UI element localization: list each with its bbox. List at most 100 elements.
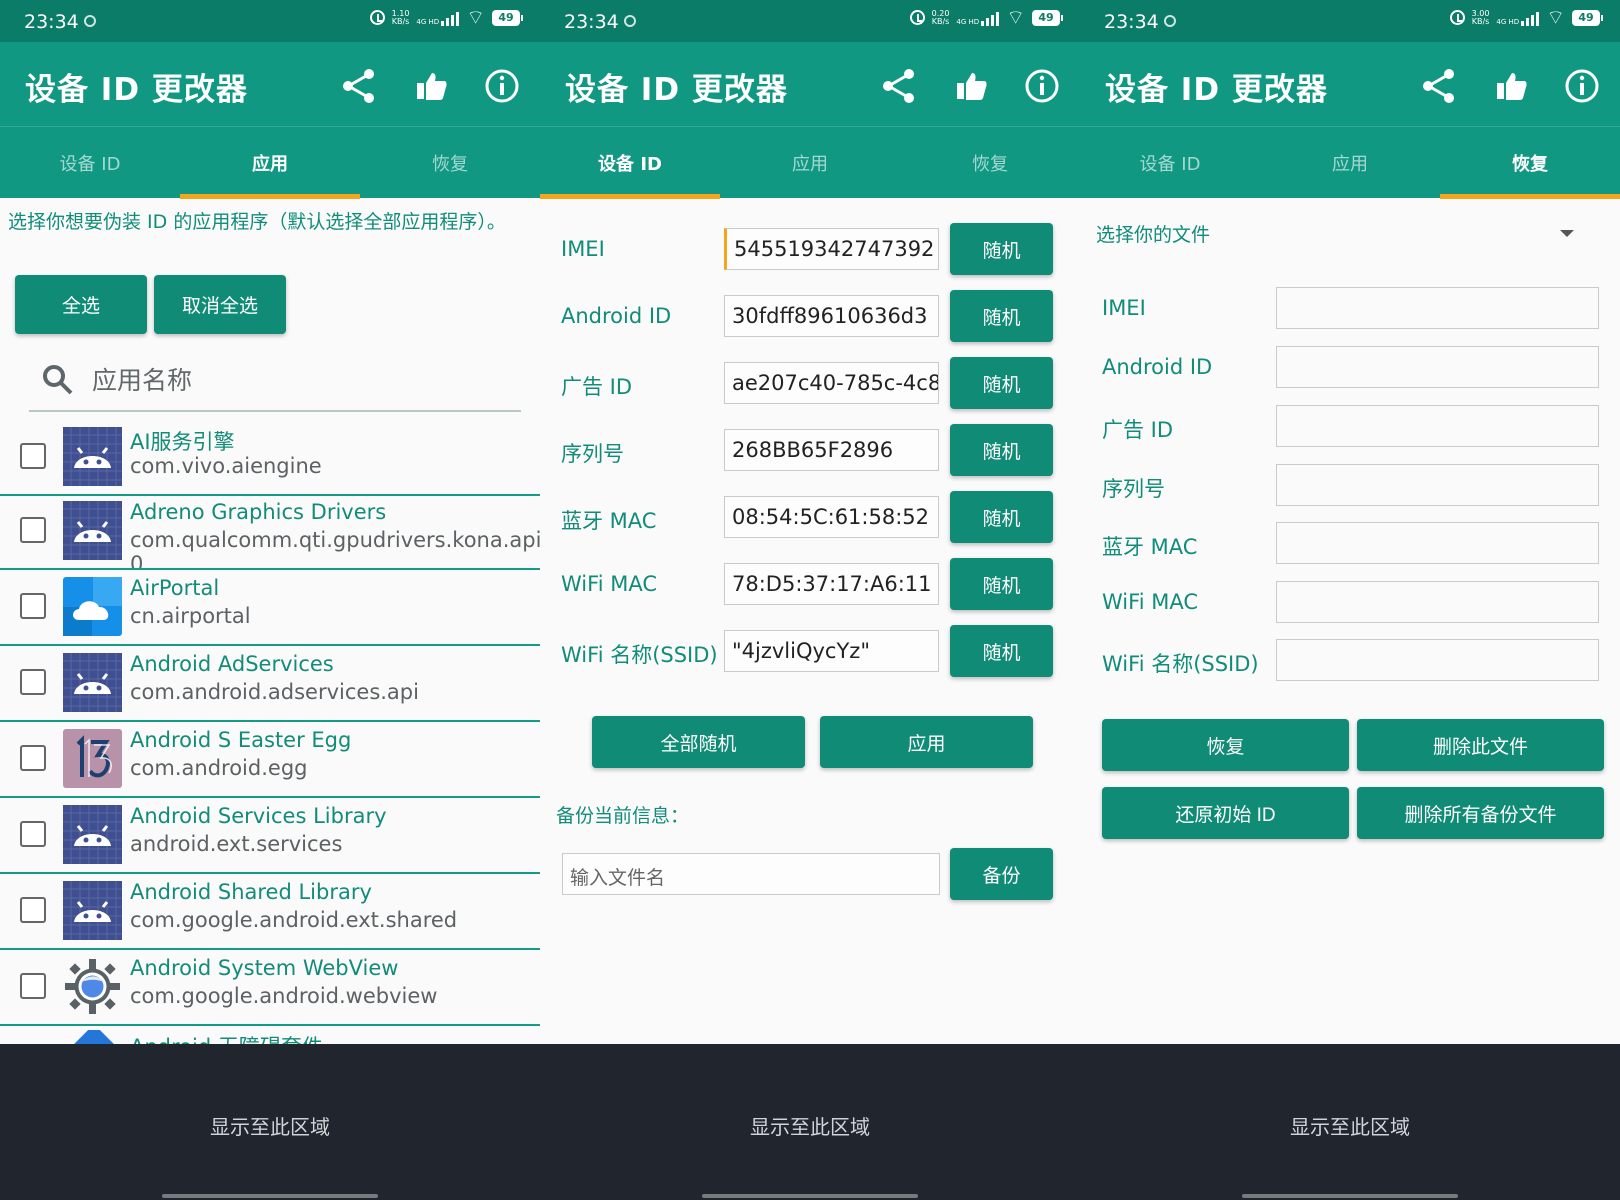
wifi-mac-restore-label: WiFi MAC [1102, 590, 1198, 614]
app-checkbox[interactable] [20, 669, 46, 695]
status-bar: 23:34 0.20 KB/s 4G HD ⌔ 49 [540, 0, 1080, 42]
app-list-item[interactable]: Android AdServices com.android.adservices… [0, 646, 540, 722]
app-checkbox[interactable] [20, 745, 46, 771]
select-all-button[interactable]: 全选 [15, 275, 147, 334]
app-checkbox[interactable] [20, 973, 46, 999]
info-button[interactable] [481, 65, 523, 107]
serial-number-input[interactable]: 268BB65F2896 [724, 429, 939, 471]
randomize-all-button[interactable]: 全部随机 [592, 716, 805, 768]
android-robot-icon [63, 881, 122, 940]
app-package: com.google.android.webview [130, 984, 438, 1008]
gesture-bar[interactable] [1242, 1194, 1458, 1198]
share-button[interactable] [878, 65, 920, 107]
wifi-ssid-restore-value [1276, 639, 1599, 681]
bluetooth-mac-restore-label: 蓝牙 MAC [1102, 535, 1198, 559]
android-robot-icon [63, 427, 122, 486]
wifi-mac-random-button[interactable]: 随机 [950, 558, 1053, 610]
device-id-screen: 23:34 0.20 KB/s 4G HD ⌔ 49 设备 ID 更改器 设备 … [540, 0, 1080, 1200]
advertising-id-restore-label: 广告 ID [1102, 418, 1174, 442]
delete-all-backups-button[interactable]: 删除所有备份文件 [1357, 787, 1604, 839]
apply-button[interactable]: 应用 [820, 716, 1033, 768]
app-checkbox[interactable] [20, 821, 46, 847]
app-list-item[interactable]: Android Services Library android.ext.serv… [0, 798, 540, 874]
tab-apps[interactable]: 应用 [180, 127, 360, 199]
imei-restore-value [1276, 287, 1599, 329]
like-button[interactable] [410, 65, 452, 107]
tab-device-id[interactable]: 设备 ID [0, 127, 180, 199]
thumbs-up-icon [957, 73, 987, 100]
info-icon [1025, 69, 1059, 103]
app-name: Android Services Library [130, 804, 387, 828]
like-button[interactable] [950, 65, 992, 107]
restore-button[interactable]: 恢复 [1102, 719, 1349, 771]
tab-apps[interactable]: 应用 [720, 127, 900, 199]
display-area-label: 显示至此区域 [1290, 1115, 1410, 1139]
gesture-bar[interactable] [162, 1194, 378, 1198]
imei-restore-label: IMEI [1102, 296, 1146, 320]
like-button[interactable] [1490, 65, 1532, 107]
android-robot-icon [63, 881, 122, 940]
app-search-field[interactable]: 应用名称 [29, 352, 521, 412]
restore-original-id-button[interactable]: 还原初始 ID [1102, 787, 1349, 839]
bluetooth-mac-random-button[interactable]: 随机 [950, 491, 1053, 543]
info-button[interactable] [1021, 65, 1063, 107]
app-package: com.vivo.aiengine [130, 454, 322, 478]
app-list-item[interactable]: AirPortal cn.airportal [0, 570, 540, 646]
app-list-item[interactable]: Adreno Graphics Drivers com.qualcomm.qti.… [0, 494, 540, 570]
status-time: 23:34 [24, 11, 79, 33]
tab-restore[interactable]: 恢复 [1440, 127, 1620, 199]
advertising-id-restore-value [1276, 405, 1599, 447]
backup-button[interactable]: 备份 [950, 848, 1053, 900]
tab-device-id[interactable]: 设备 ID [1080, 127, 1260, 199]
app-checkbox[interactable] [20, 517, 46, 543]
share-button[interactable] [1418, 65, 1460, 107]
wifi-ssid-random-button[interactable]: 随机 [950, 625, 1053, 677]
app-checkbox[interactable] [20, 593, 46, 619]
network-speed: 0.20 KB/s [931, 8, 950, 26]
imei-random-button[interactable]: 随机 [950, 223, 1053, 275]
info-button[interactable] [1561, 65, 1603, 107]
android-id-input[interactable]: 30fdff89610636d3 [724, 295, 939, 337]
app-checkbox[interactable] [20, 443, 46, 469]
app-list-item[interactable]: Android Shared Library com.google.android… [0, 874, 540, 950]
advertising-id-input[interactable]: ae207c40-785c-4c8 [724, 362, 939, 404]
tab-restore[interactable]: 恢复 [360, 127, 540, 199]
imei-label: IMEI [561, 237, 605, 261]
app-name: AirPortal [130, 576, 220, 600]
gesture-bar[interactable] [702, 1194, 918, 1198]
search-placeholder: 应用名称 [92, 366, 193, 395]
info-icon [1565, 69, 1599, 103]
tab-device-id[interactable]: 设备 ID [540, 127, 720, 199]
app-list-item[interactable]: Android S Easter Egg com.android.egg [0, 722, 540, 798]
advertising-id-random-button[interactable]: 随机 [950, 357, 1053, 409]
app-name: Android AdServices [130, 652, 334, 676]
app-package: com.google.android.ext.shared [130, 908, 458, 932]
imei-input[interactable]: 545519342747392 [724, 228, 939, 270]
app-name: Android System WebView [130, 956, 399, 980]
thumbs-up-icon [417, 73, 447, 100]
delete-file-button[interactable]: 删除此文件 [1357, 719, 1604, 771]
wifi-icon: ⌔ [1546, 5, 1565, 29]
bluetooth-mac-input[interactable]: 08:54:5C:61:58:52 [724, 496, 939, 538]
backup-filename-input[interactable]: 输入文件名 [562, 853, 940, 895]
tab-restore[interactable]: 恢复 [900, 127, 1080, 199]
backup-file-dropdown[interactable]: 选择你的文件 [1096, 220, 1210, 247]
main-tabs: 设备 ID 应用 恢复 [0, 126, 540, 199]
cloud-icon [63, 577, 122, 636]
share-button[interactable] [338, 65, 380, 107]
app-list-item[interactable]: Android System WebView com.google.android… [0, 950, 540, 1026]
app-list-item[interactable]: AI服务引擎 com.vivo.aiengine [0, 420, 540, 496]
dropdown-arrow-icon[interactable] [1560, 230, 1574, 237]
android-id-random-button[interactable]: 随机 [950, 290, 1053, 342]
wifi-ssid-input[interactable]: "4jzvliQycYz" [724, 630, 939, 672]
status-icons: 0.20 KB/s 4G HD ⌔ 49 [909, 7, 1063, 27]
serial-number-random-button[interactable]: 随机 [950, 424, 1053, 476]
app-name: Adreno Graphics Drivers [130, 500, 387, 524]
deselect-all-button[interactable]: 取消全选 [154, 275, 286, 334]
navigation-area: 显示至此区域 [1080, 1044, 1620, 1200]
wifi-mac-input[interactable]: 78:D5:37:17:A6:11 [724, 563, 939, 605]
app-checkbox[interactable] [20, 897, 46, 923]
main-tabs: 设备 ID 应用 恢复 [1080, 126, 1620, 199]
main-tabs: 设备 ID 应用 恢复 [540, 126, 1080, 199]
tab-apps[interactable]: 应用 [1260, 127, 1440, 199]
